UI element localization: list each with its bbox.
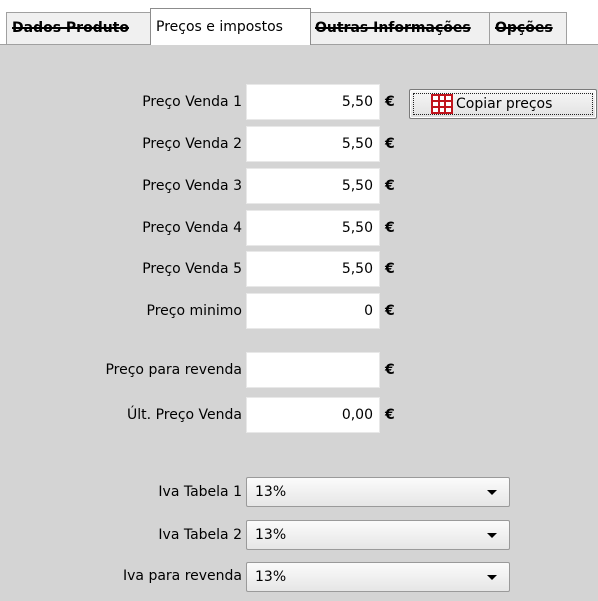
table-grid-icon bbox=[431, 94, 453, 114]
tab-precos-e-impostos[interactable]: Preços e impostos bbox=[150, 8, 311, 45]
min-price-label: Preço minimo bbox=[146, 303, 242, 319]
prices-panel: Preço Venda 1 5,50 € Copiar preços Preço… bbox=[0, 45, 598, 601]
price-2-currency: € bbox=[385, 136, 395, 152]
tab-strip: Dados Produto Preços e impostos Outras I… bbox=[0, 0, 598, 45]
price-5-field[interactable]: 5,50 bbox=[246, 251, 380, 287]
vat-table-2-label: Iva Tabela 2 bbox=[158, 527, 242, 543]
last-price-label: Últ. Preço Venda bbox=[127, 407, 242, 423]
vat-table-1-value: 13% bbox=[255, 484, 287, 500]
vat-resale-select[interactable]: 13% bbox=[246, 562, 510, 592]
price-2-label: Preço Venda 2 bbox=[142, 136, 242, 152]
vat-table-1-label: Iva Tabela 1 bbox=[158, 484, 242, 500]
price-3-currency: € bbox=[385, 178, 395, 194]
price-3-field[interactable]: 5,50 bbox=[246, 168, 380, 204]
price-1-field[interactable]: 5,50 bbox=[246, 84, 380, 120]
copy-prices-label: Copiar preços bbox=[456, 96, 553, 112]
price-3-label: Preço Venda 3 bbox=[142, 178, 242, 194]
min-price-field[interactable]: 0 bbox=[246, 293, 380, 329]
tab-opcoes[interactable]: Opções bbox=[489, 12, 567, 44]
price-2-field[interactable]: 5,50 bbox=[246, 126, 380, 162]
price-5-label: Preço Venda 5 bbox=[142, 261, 242, 277]
chevron-down-icon bbox=[487, 575, 497, 580]
vat-resale-value: 13% bbox=[255, 569, 287, 585]
tab-dados-produto[interactable]: Dados Produto bbox=[6, 12, 152, 44]
last-price-field[interactable]: 0,00 bbox=[246, 397, 380, 433]
price-1-label: Preço Venda 1 bbox=[142, 94, 242, 110]
last-price-currency: € bbox=[385, 407, 395, 423]
tab-outras-informacoes[interactable]: Outras Informações bbox=[309, 12, 491, 44]
resale-price-field[interactable] bbox=[246, 352, 380, 388]
vat-table-2-select[interactable]: 13% bbox=[246, 520, 510, 550]
chevron-down-icon bbox=[487, 490, 497, 495]
copy-prices-button[interactable]: Copiar preços bbox=[409, 89, 597, 119]
vat-resale-label: Iva para revenda bbox=[123, 568, 242, 584]
min-price-currency: € bbox=[385, 303, 395, 319]
resale-price-currency: € bbox=[385, 362, 395, 378]
vat-table-1-select[interactable]: 13% bbox=[246, 477, 510, 507]
chevron-down-icon bbox=[487, 533, 497, 538]
price-1-currency: € bbox=[385, 94, 395, 110]
price-4-label: Preço Venda 4 bbox=[142, 220, 242, 236]
vat-table-2-value: 13% bbox=[255, 527, 287, 543]
price-4-currency: € bbox=[385, 220, 395, 236]
price-4-field[interactable]: 5,50 bbox=[246, 210, 380, 246]
resale-price-label: Preço para revenda bbox=[105, 362, 242, 378]
price-5-currency: € bbox=[385, 261, 395, 277]
